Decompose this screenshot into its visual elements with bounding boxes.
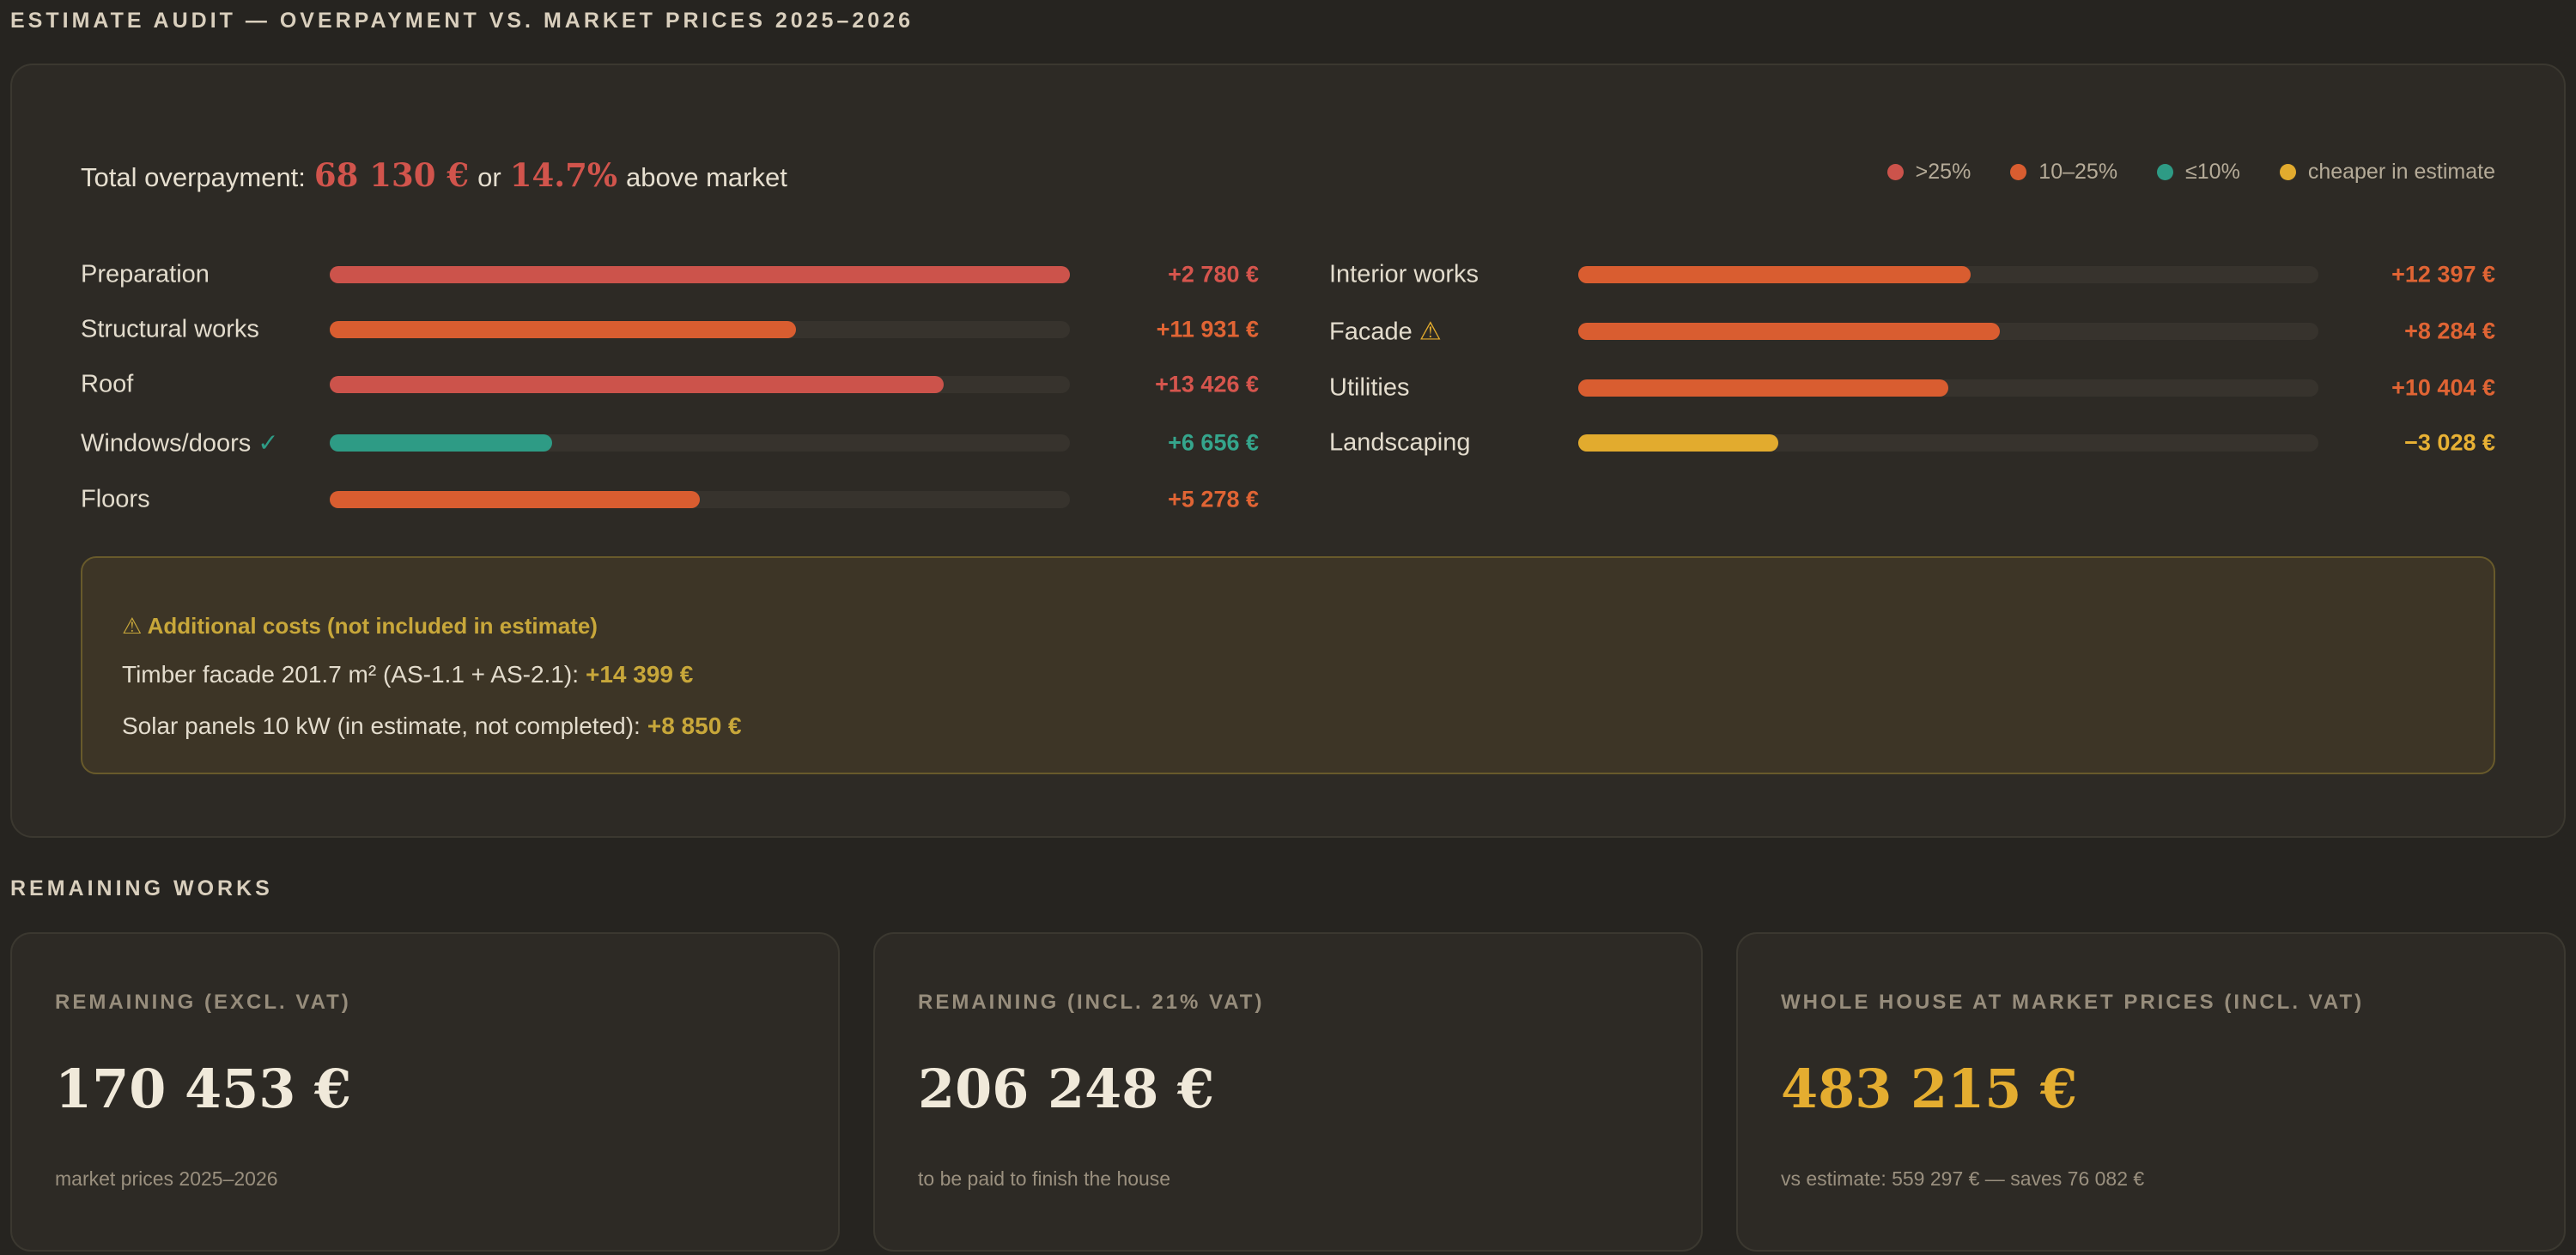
bar-track	[1578, 323, 2318, 340]
category-name: Floors	[81, 485, 150, 513]
legend-dot-icon	[1886, 164, 1904, 180]
bar-fill	[330, 491, 700, 508]
stat-subtext: vs estimate: 559 297 € — saves 76 082 €	[1781, 1167, 2145, 1190]
category-row: Windows/doors ✓ +6 656 €	[81, 426, 1259, 460]
legend-item-cheaper: cheaper in estimate	[2279, 160, 2495, 185]
legend-item-under10: ≤10%	[2157, 160, 2240, 185]
bar-track	[330, 321, 1070, 338]
bar-fill	[1578, 434, 1778, 452]
category-value: +12 397 €	[2391, 261, 2495, 288]
legend-item-over25: >25%	[1886, 160, 1971, 185]
stat-card-remaining-excl-vat: REMAINING (EXCL. VAT) 170 453 € market p…	[10, 932, 840, 1252]
category-name: Facade	[1329, 318, 1413, 346]
legend-label: ≤10%	[2185, 160, 2240, 184]
category-name: Preparation	[81, 260, 210, 288]
legend-label: cheaper in estimate	[2307, 160, 2495, 184]
category-value: +5 278 €	[1168, 486, 1259, 512]
legend-dot-icon	[2279, 164, 2296, 180]
bar-fill	[330, 434, 552, 452]
additional-cost-text: Solar panels 10 kW (in estimate, not com…	[122, 712, 641, 739]
stat-card-whole-house: WHOLE HOUSE AT MARKET PRICES (INCL. VAT)…	[1736, 932, 2566, 1252]
bar-fill	[1578, 323, 2001, 340]
summary-amount: 68 130 €	[313, 156, 470, 194]
bar-track	[330, 376, 1070, 393]
category-value: +11 931 €	[1156, 316, 1259, 343]
legend-item-10-25: 10–25%	[2010, 160, 2117, 185]
category-value: +6 656 €	[1168, 429, 1259, 456]
bar-fill	[1578, 379, 1948, 397]
category-label: Preparation	[81, 261, 210, 289]
stat-value: 483 215 €	[1781, 1058, 2078, 1120]
category-row: Facade ⚠ +8 284 €	[1329, 314, 2495, 349]
additional-cost-text: Timber facade 201.7 m² (AS-1.1 + AS-2.1)…	[122, 661, 579, 688]
additional-cost-line: Timber facade 201.7 m² (AS-1.1 + AS-2.1)…	[122, 661, 693, 688]
legend-label: 10–25%	[2038, 160, 2118, 184]
category-row: Landscaping −3 028 €	[1329, 426, 2495, 460]
category-name: Interior works	[1329, 260, 1479, 288]
stat-label: WHOLE HOUSE AT MARKET PRICES (INCL. VAT)	[1781, 991, 2365, 1014]
bar-track	[330, 434, 1070, 452]
additional-costs-title: ⚠ Additional costs (not included in esti…	[122, 613, 598, 639]
audit-card: Total overpayment: 68 130 € or 14.7% abo…	[10, 64, 2566, 838]
category-name: Landscaping	[1329, 428, 1471, 457]
category-name: Roof	[81, 370, 134, 398]
category-label: Utilities	[1329, 374, 1409, 403]
category-label: Roof	[81, 371, 133, 399]
category-value: +10 404 €	[2391, 374, 2495, 401]
bar-fill	[1578, 266, 1971, 283]
category-row: Preparation +2 780 €	[81, 258, 1259, 292]
stat-label: REMAINING (EXCL. VAT)	[55, 991, 351, 1014]
legend-dot-icon	[2157, 164, 2174, 180]
category-row: Roof +13 426 €	[81, 367, 1259, 402]
category-label: Structural works	[81, 316, 259, 344]
stat-value: 206 248 €	[918, 1058, 1215, 1120]
category-row: Interior works +12 397 €	[1329, 258, 2495, 292]
bar-fill	[330, 376, 945, 393]
page-title: ESTIMATE AUDIT — OVERPAYMENT VS. MARKET …	[10, 9, 914, 33]
bar-fill	[330, 321, 797, 338]
bar-track	[330, 266, 1070, 283]
additional-costs-box: ⚠ Additional costs (not included in esti…	[81, 556, 2495, 774]
category-label: Windows/doors ✓	[81, 428, 279, 458]
summary-suffix: above market	[626, 162, 787, 192]
bar-fill	[330, 266, 1070, 283]
legend-label: >25%	[1915, 160, 1971, 184]
legend: >25% 10–25% ≤10% cheaper in estimate	[1848, 160, 2495, 185]
bar-track	[1578, 379, 2318, 397]
stat-card-remaining-incl-vat: REMAINING (INCL. 21% VAT) 206 248 € to b…	[873, 932, 1703, 1252]
remaining-works-title: REMAINING WORKS	[10, 876, 273, 900]
category-name: Structural works	[81, 315, 259, 343]
summary-middle: or	[477, 162, 501, 192]
category-value: +2 780 €	[1168, 261, 1259, 288]
legend-dot-icon	[2010, 164, 2027, 180]
category-row: Structural works +11 931 €	[81, 312, 1259, 347]
bar-track	[330, 491, 1070, 508]
summary-prefix: Total overpayment:	[81, 162, 306, 192]
bar-track	[1578, 266, 2318, 283]
category-name: Windows/doors	[81, 429, 252, 458]
total-overpayment-summary: Total overpayment: 68 130 € or 14.7% abo…	[81, 156, 787, 194]
category-value: +13 426 €	[1155, 371, 1259, 397]
stat-label: REMAINING (INCL. 21% VAT)	[918, 991, 1265, 1014]
additional-cost-line: Solar panels 10 kW (in estimate, not com…	[122, 712, 742, 740]
category-label: Landscaping	[1329, 429, 1470, 458]
category-label: Interior works	[1329, 261, 1479, 289]
category-row: Utilities +10 404 €	[1329, 371, 2495, 405]
check-icon: ✓	[258, 429, 279, 458]
warning-icon: ⚠	[1419, 318, 1442, 346]
category-label: Facade ⚠	[1329, 317, 1442, 347]
category-value: −3 028 €	[2404, 429, 2495, 456]
bar-track	[1578, 434, 2318, 452]
summary-percent: 14.7%	[509, 156, 618, 194]
stat-subtext: to be paid to finish the house	[918, 1167, 1171, 1190]
additional-cost-amount: +8 850 €	[647, 712, 742, 739]
category-name: Utilities	[1329, 373, 1410, 402]
category-row: Floors +5 278 €	[81, 482, 1259, 517]
additional-cost-amount: +14 399 €	[585, 661, 694, 688]
stat-value: 170 453 €	[55, 1058, 352, 1120]
category-label: Floors	[81, 486, 150, 514]
category-value: +8 284 €	[2404, 318, 2495, 344]
stat-subtext: market prices 2025–2026	[55, 1167, 278, 1190]
